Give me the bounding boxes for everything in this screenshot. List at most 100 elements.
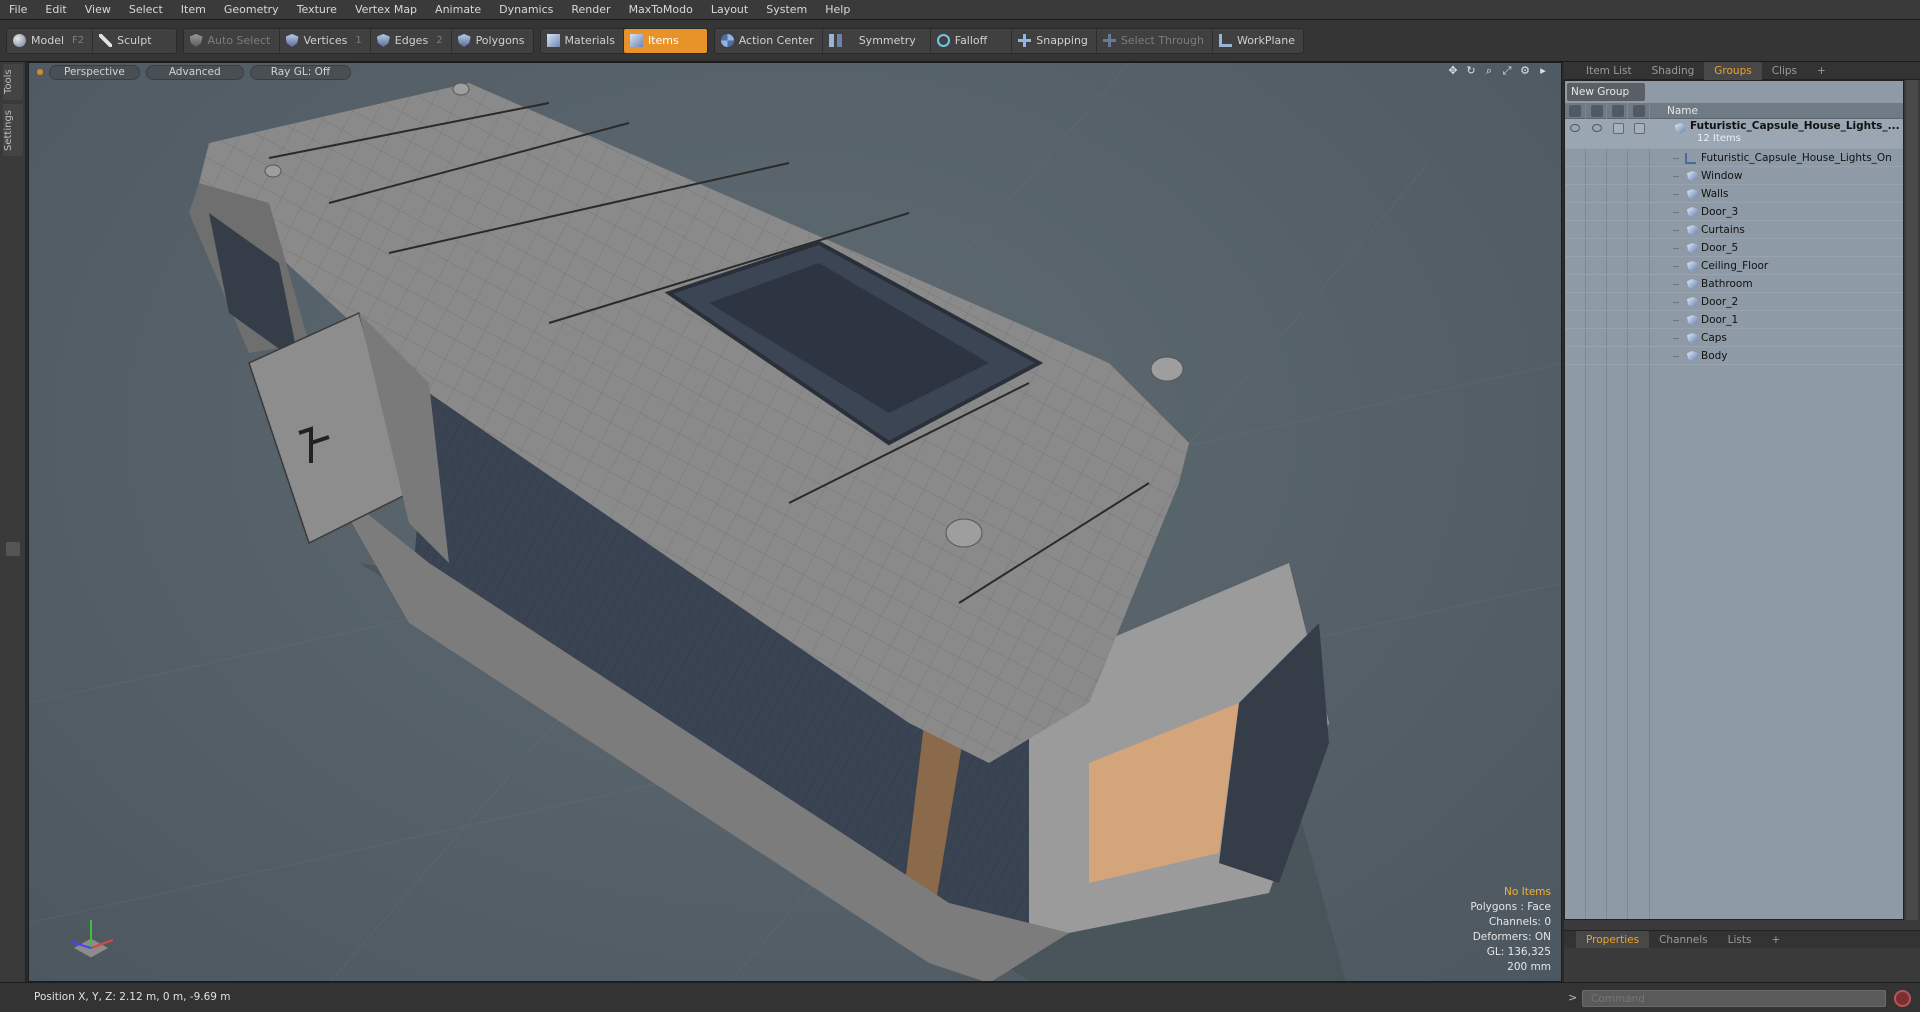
list-item[interactable]: Door_2 xyxy=(1565,293,1903,311)
menu-vertex-map[interactable]: Vertex Map xyxy=(346,0,426,20)
sculpt-label: Sculpt xyxy=(117,34,152,47)
eye-icon[interactable] xyxy=(1570,124,1580,132)
list-item[interactable]: Ceiling_Floor xyxy=(1565,257,1903,275)
list-item[interactable]: Curtains xyxy=(1565,221,1903,239)
select-checkbox[interactable] xyxy=(1634,123,1645,134)
render-icon[interactable] xyxy=(1592,124,1602,132)
list-item[interactable]: Futuristic_Capsule_House_Lights_On xyxy=(1565,149,1903,167)
menu-animate[interactable]: Animate xyxy=(426,0,490,20)
visibility-header-icon[interactable] xyxy=(1569,105,1581,117)
menu-dynamics[interactable]: Dynamics xyxy=(490,0,562,20)
capsule-house-render xyxy=(29,63,1561,981)
list-item[interactable]: Walls xyxy=(1565,185,1903,203)
viewport-menu-dot[interactable] xyxy=(37,69,43,75)
falloff-button[interactable]: Falloff xyxy=(931,28,1013,53)
settings-tab[interactable]: Settings xyxy=(3,104,23,156)
auto-select-label: Auto Select xyxy=(207,34,271,47)
edges-label: Edges xyxy=(394,34,429,47)
3d-viewport[interactable]: Perspective Advanced Ray GL: Off ✥ ↻ ⌕ ⤢… xyxy=(28,62,1562,982)
menu-item[interactable]: Item xyxy=(172,0,215,20)
deformers-info: Deformers: ON xyxy=(1472,931,1551,943)
list-item[interactable]: Caps xyxy=(1565,329,1903,347)
tab-shading[interactable]: Shading xyxy=(1642,62,1705,80)
vertices-button[interactable]: Vertices 1 xyxy=(280,28,371,53)
gl-info: GL: 136,325 xyxy=(1486,946,1551,958)
tab-groups[interactable]: Groups xyxy=(1704,61,1762,80)
collapse-handle[interactable] xyxy=(6,542,20,556)
menu-file[interactable]: File xyxy=(0,0,36,20)
lock-header-icon[interactable] xyxy=(1612,105,1624,117)
menu-render[interactable]: Render xyxy=(562,0,619,20)
new-group-button[interactable]: New Group xyxy=(1567,83,1645,101)
polygons-label: Polygons xyxy=(475,34,525,47)
menu-view[interactable]: View xyxy=(76,0,120,20)
add-tab-button[interactable]: + xyxy=(1807,62,1836,80)
snapping-button[interactable]: Snapping xyxy=(1012,28,1097,53)
falloff-icon xyxy=(936,34,950,47)
channels-info: Channels: 0 xyxy=(1488,916,1551,928)
menu-edit[interactable]: Edit xyxy=(36,0,75,20)
record-icon[interactable] xyxy=(1894,990,1911,1007)
raygl-toggle[interactable]: Ray GL: Off xyxy=(249,64,352,80)
mesh-icon xyxy=(1687,351,1698,362)
group-root-row[interactable]: Futuristic_Capsule_House_Lights_... 12 I… xyxy=(1565,119,1903,149)
shading-dropdown[interactable]: Advanced xyxy=(145,64,244,80)
mesh-icon xyxy=(1687,279,1698,290)
rotate-icon[interactable]: ↻ xyxy=(1465,65,1477,77)
materials-button[interactable]: Materials xyxy=(541,28,624,53)
list-item[interactable]: Door_3 xyxy=(1565,203,1903,221)
menu-geometry[interactable]: Geometry xyxy=(215,0,288,20)
tab-properties[interactable]: Properties xyxy=(1576,930,1650,949)
model-mode-button[interactable]: Model F2 xyxy=(7,28,94,53)
tab-channels[interactable]: Channels xyxy=(1649,931,1718,949)
menu-texture[interactable]: Texture xyxy=(288,0,346,20)
tools-tab[interactable]: Tools xyxy=(3,64,23,100)
select-header-icon[interactable] xyxy=(1633,105,1645,117)
pan-icon[interactable]: ✥ xyxy=(1447,65,1459,77)
view-mode-dropdown[interactable]: Perspective xyxy=(49,64,140,80)
mesh-icon xyxy=(1687,225,1698,236)
select-through-label: Select Through xyxy=(1120,34,1204,47)
list-item[interactable]: Body xyxy=(1565,347,1903,365)
model-label: Model xyxy=(31,34,65,47)
list-item[interactable]: Bathroom xyxy=(1565,275,1903,293)
zoom-icon[interactable]: ⌕ xyxy=(1483,65,1495,77)
menu-system[interactable]: System xyxy=(757,0,816,20)
mesh-icon xyxy=(1687,333,1698,344)
group-icon xyxy=(1675,123,1686,134)
items-icon xyxy=(629,34,643,47)
menu-layout[interactable]: Layout xyxy=(702,0,757,20)
list-scrollbar[interactable] xyxy=(1906,80,1918,920)
sculpt-mode-button[interactable]: Sculpt xyxy=(93,29,175,53)
menu-help[interactable]: Help xyxy=(816,0,859,20)
edges-button[interactable]: Edges 2 xyxy=(371,28,452,53)
vertices-shortcut: 1 xyxy=(355,35,362,46)
items-button[interactable]: Items xyxy=(623,28,707,53)
groups-list: New Group Name Futuristic_Capsule_House_… xyxy=(1564,80,1904,920)
list-item[interactable]: Door_1 xyxy=(1565,311,1903,329)
select-through-button[interactable]: Select Through xyxy=(1097,28,1213,53)
action-center-icon xyxy=(720,34,734,47)
gear-icon[interactable]: ⚙ xyxy=(1519,65,1531,77)
list-item[interactable]: Door_5 xyxy=(1565,239,1903,257)
tab-item-list[interactable]: Item List xyxy=(1576,62,1642,80)
menu-maxtomodo[interactable]: MaxToModo xyxy=(620,0,702,20)
workplane-button[interactable]: WorkPlane xyxy=(1213,29,1303,53)
polygons-button[interactable]: Polygons xyxy=(452,29,533,53)
selection-info: No Items xyxy=(1504,886,1551,898)
chevron-right-icon[interactable]: ▸ xyxy=(1537,65,1549,77)
maximize-icon[interactable]: ⤢ xyxy=(1501,65,1513,77)
left-tool-strip: Tools Settings xyxy=(0,62,26,982)
command-input[interactable] xyxy=(1582,990,1886,1007)
menu-select[interactable]: Select xyxy=(120,0,172,20)
mesh-icon xyxy=(1687,207,1698,218)
render-header-icon[interactable] xyxy=(1591,105,1603,117)
tab-lists[interactable]: Lists xyxy=(1718,931,1762,949)
action-center-button[interactable]: Action Center xyxy=(715,28,823,53)
symmetry-button[interactable]: Symmetry xyxy=(823,28,931,53)
lock-checkbox[interactable] xyxy=(1613,123,1624,134)
add-bottom-tab-button[interactable]: + xyxy=(1761,931,1790,949)
auto-select-button[interactable]: Auto Select xyxy=(184,28,280,53)
tab-clips[interactable]: Clips xyxy=(1762,62,1807,80)
list-item[interactable]: Window xyxy=(1565,167,1903,185)
